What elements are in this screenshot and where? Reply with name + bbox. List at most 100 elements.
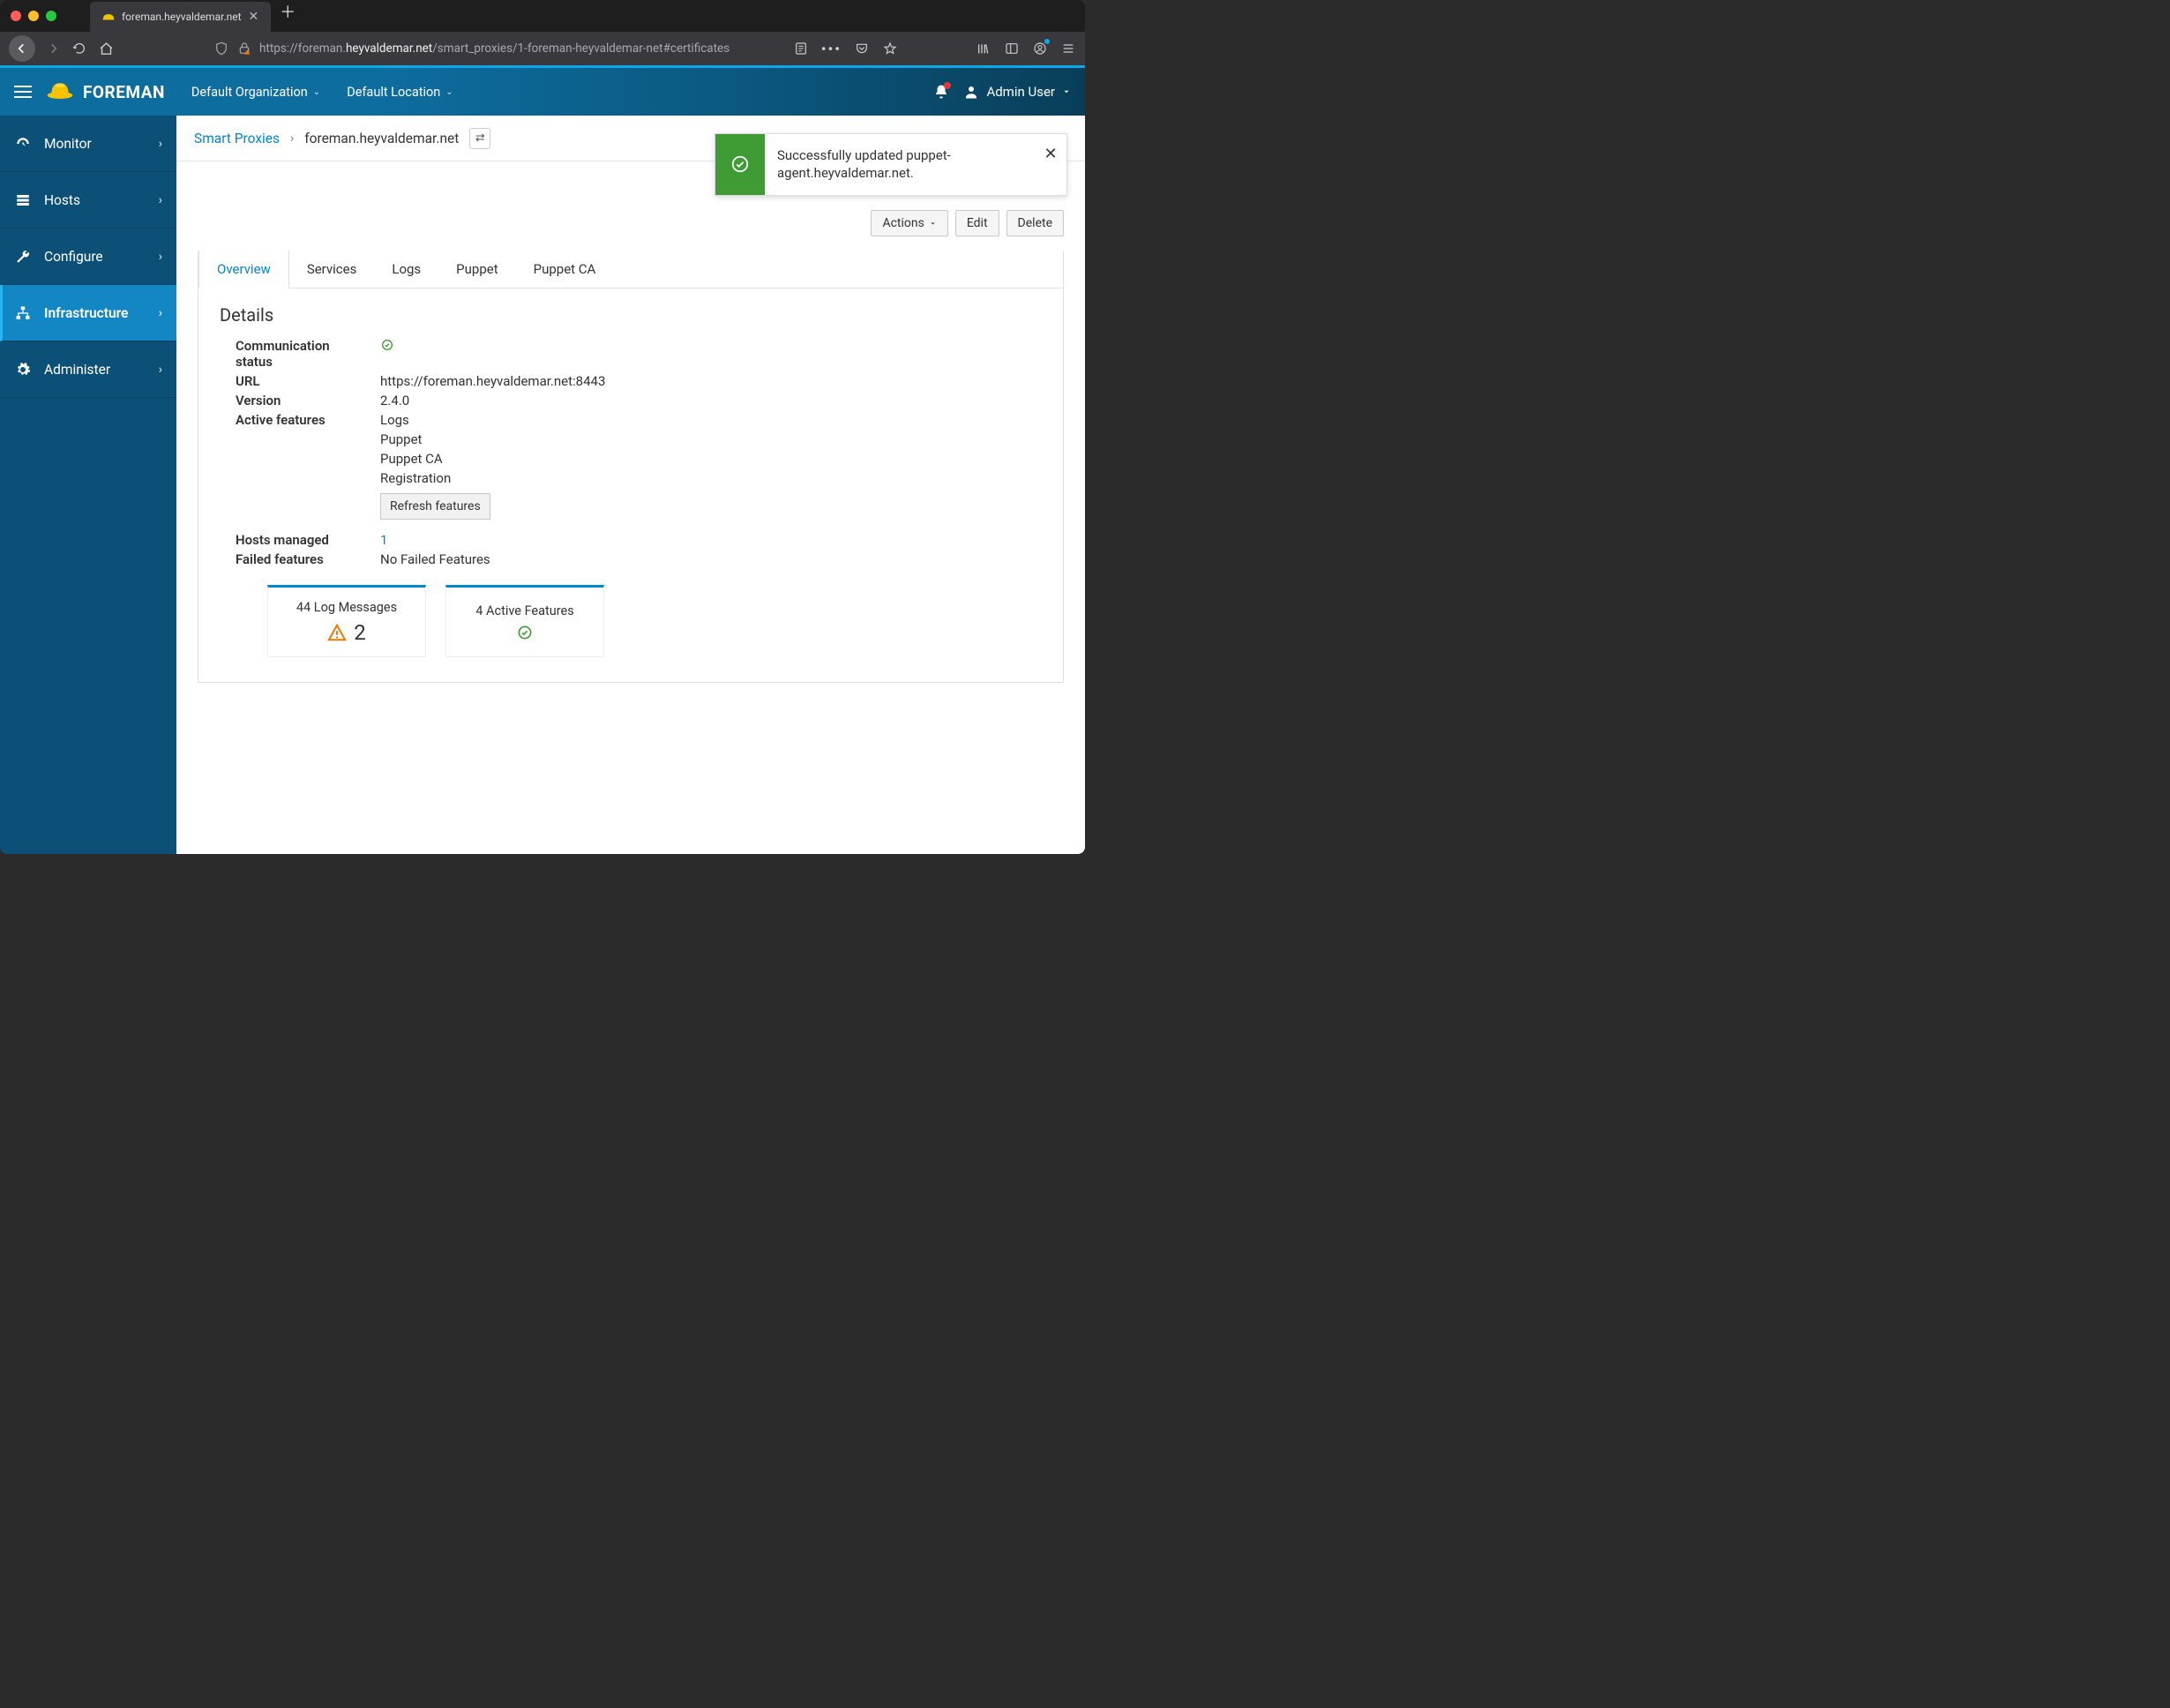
brand-logo[interactable]: FOREMAN	[46, 81, 165, 102]
success-icon	[715, 134, 765, 195]
location-selector[interactable]: Default Location ⌄	[347, 85, 453, 100]
feature-item: Logs	[380, 412, 1042, 428]
organization-label: Default Organization	[191, 85, 308, 100]
detail-label: URL	[236, 373, 368, 389]
close-window-button[interactable]	[11, 11, 21, 21]
sidebar-nav: Monitor › Hosts › Configure ›	[0, 116, 176, 854]
delete-button[interactable]: Delete	[1006, 210, 1064, 236]
user-name: Admin User	[986, 84, 1055, 100]
feature-item: Puppet CA	[380, 451, 1042, 467]
tab-logs[interactable]: Logs	[374, 251, 438, 288]
pocket-icon[interactable]	[854, 41, 870, 56]
url-text-prefix: https://foreman.	[259, 41, 346, 56]
refresh-features-button[interactable]: Refresh features	[380, 493, 490, 520]
gear-icon	[14, 361, 32, 378]
caret-down-icon	[929, 220, 937, 228]
browser-titlebar: foreman.heyvaldemar.net ✕ ＋	[0, 0, 1085, 32]
maximize-window-button[interactable]	[46, 11, 56, 21]
card-heading: 44 Log Messages	[296, 600, 397, 615]
detail-label: Hosts managed	[236, 532, 368, 548]
nav-toggle-button[interactable]	[14, 86, 32, 98]
window-traffic-lights	[11, 11, 56, 21]
url-text-host: heyvaldemar.net	[346, 41, 432, 56]
detail-value: No Failed Features	[380, 551, 1042, 567]
chevron-right-icon: ›	[159, 250, 162, 264]
app-header: FOREMAN Default Organization ⌄ Default L…	[0, 68, 1085, 116]
breadcrumb-root-link[interactable]: Smart Proxies	[194, 131, 280, 146]
user-menu[interactable]: Admin User	[963, 84, 1071, 100]
sidebar-item-administer[interactable]: Administer ›	[0, 341, 176, 398]
chevron-right-icon: ›	[159, 363, 162, 377]
network-icon	[14, 304, 32, 322]
tab-strip: Overview Services Logs Puppet Puppet CA	[198, 251, 1063, 288]
url-bar[interactable]: https://foreman.heyvaldemar.net/smart_pr…	[213, 41, 730, 56]
card-warn-count: 2	[354, 620, 366, 645]
toast-close-button[interactable]: ✕	[1035, 134, 1066, 195]
ok-icon	[380, 338, 394, 352]
sidebar-item-infrastructure[interactable]: Infrastructure ›	[0, 285, 176, 341]
chevron-right-icon: ›	[159, 306, 162, 320]
sidebar-item-hosts[interactable]: Hosts ›	[0, 172, 176, 228]
tab-close-icon[interactable]: ✕	[249, 11, 259, 23]
chevron-right-icon: ›	[159, 193, 162, 207]
browser-toolbar: https://foreman.heyvaldemar.net/smart_pr…	[0, 32, 1085, 65]
comm-status-value	[380, 338, 1042, 370]
hosts-managed-link[interactable]: 1	[380, 532, 387, 548]
sidebar-item-monitor[interactable]: Monitor ›	[0, 116, 176, 172]
toast-message: Successfully updated puppet-agent.heyval…	[765, 134, 1035, 195]
browser-menu-icon[interactable]	[1060, 41, 1076, 56]
reader-mode-icon[interactable]	[793, 41, 809, 56]
minimize-window-button[interactable]	[28, 11, 39, 21]
sidebar-item-label: Administer	[44, 362, 110, 378]
notifications-button[interactable]	[933, 84, 949, 100]
chevron-right-icon: ›	[159, 137, 162, 151]
caret-down-icon	[1062, 87, 1071, 96]
card-active-features[interactable]: 4 Active Features	[445, 585, 604, 657]
sidebar-item-label: Hosts	[44, 192, 80, 208]
detail-label: Version	[236, 393, 368, 408]
detail-value: 2.4.0	[380, 393, 1042, 408]
warning-icon	[327, 623, 347, 642]
toast-notification: Successfully updated puppet-agent.heyval…	[715, 133, 1067, 196]
bookmark-star-icon[interactable]	[882, 41, 898, 56]
actions-dropdown-label: Actions	[882, 216, 924, 230]
foreman-logo-icon	[46, 81, 74, 102]
wrench-icon	[14, 248, 32, 266]
card-heading: 4 Active Features	[475, 603, 573, 618]
sidebar-toggle-icon[interactable]	[1004, 41, 1020, 56]
back-button[interactable]	[9, 35, 35, 62]
tabs-panel: Overview Services Logs Puppet Puppet CA …	[198, 251, 1064, 683]
tab-overview[interactable]: Overview	[198, 251, 289, 288]
brand-text: FOREMAN	[83, 82, 165, 102]
detail-label: Active features	[236, 412, 368, 520]
notification-dot-icon	[944, 82, 951, 89]
organization-selector[interactable]: Default Organization ⌄	[191, 85, 320, 100]
account-icon[interactable]	[1032, 41, 1048, 56]
page-actions-menu-icon[interactable]: •••	[821, 41, 842, 57]
browser-tab[interactable]: foreman.heyvaldemar.net ✕	[90, 2, 271, 32]
forward-button[interactable]	[44, 40, 62, 57]
chevron-down-icon: ⌄	[445, 87, 453, 97]
edit-button[interactable]: Edit	[955, 210, 999, 236]
tab-puppet[interactable]: Puppet	[438, 251, 515, 288]
sidebar-item-configure[interactable]: Configure ›	[0, 228, 176, 285]
shield-icon	[213, 41, 229, 56]
tab-services[interactable]: Services	[289, 251, 375, 288]
lock-warning-icon	[236, 41, 252, 56]
ok-icon	[516, 624, 534, 641]
location-label: Default Location	[347, 85, 440, 100]
new-tab-button[interactable]: ＋	[280, 0, 296, 32]
sidebar-item-label: Configure	[44, 249, 103, 265]
library-icon[interactable]	[976, 41, 991, 56]
reload-button[interactable]	[71, 40, 88, 57]
actions-dropdown[interactable]: Actions	[871, 210, 947, 236]
feature-item: Puppet	[380, 431, 1042, 447]
tab-puppet-ca[interactable]: Puppet CA	[516, 251, 614, 288]
breadcrumb-switcher-button[interactable]: ⇄	[469, 128, 490, 149]
tab-favicon	[102, 11, 115, 23]
feature-list: Logs Puppet Puppet CA Registration	[380, 412, 1042, 486]
sidebar-item-label: Infrastructure	[44, 305, 128, 321]
panel-heading: Details	[220, 304, 1042, 326]
card-log-messages[interactable]: 44 Log Messages 2	[267, 585, 426, 657]
home-button[interactable]	[97, 40, 115, 57]
